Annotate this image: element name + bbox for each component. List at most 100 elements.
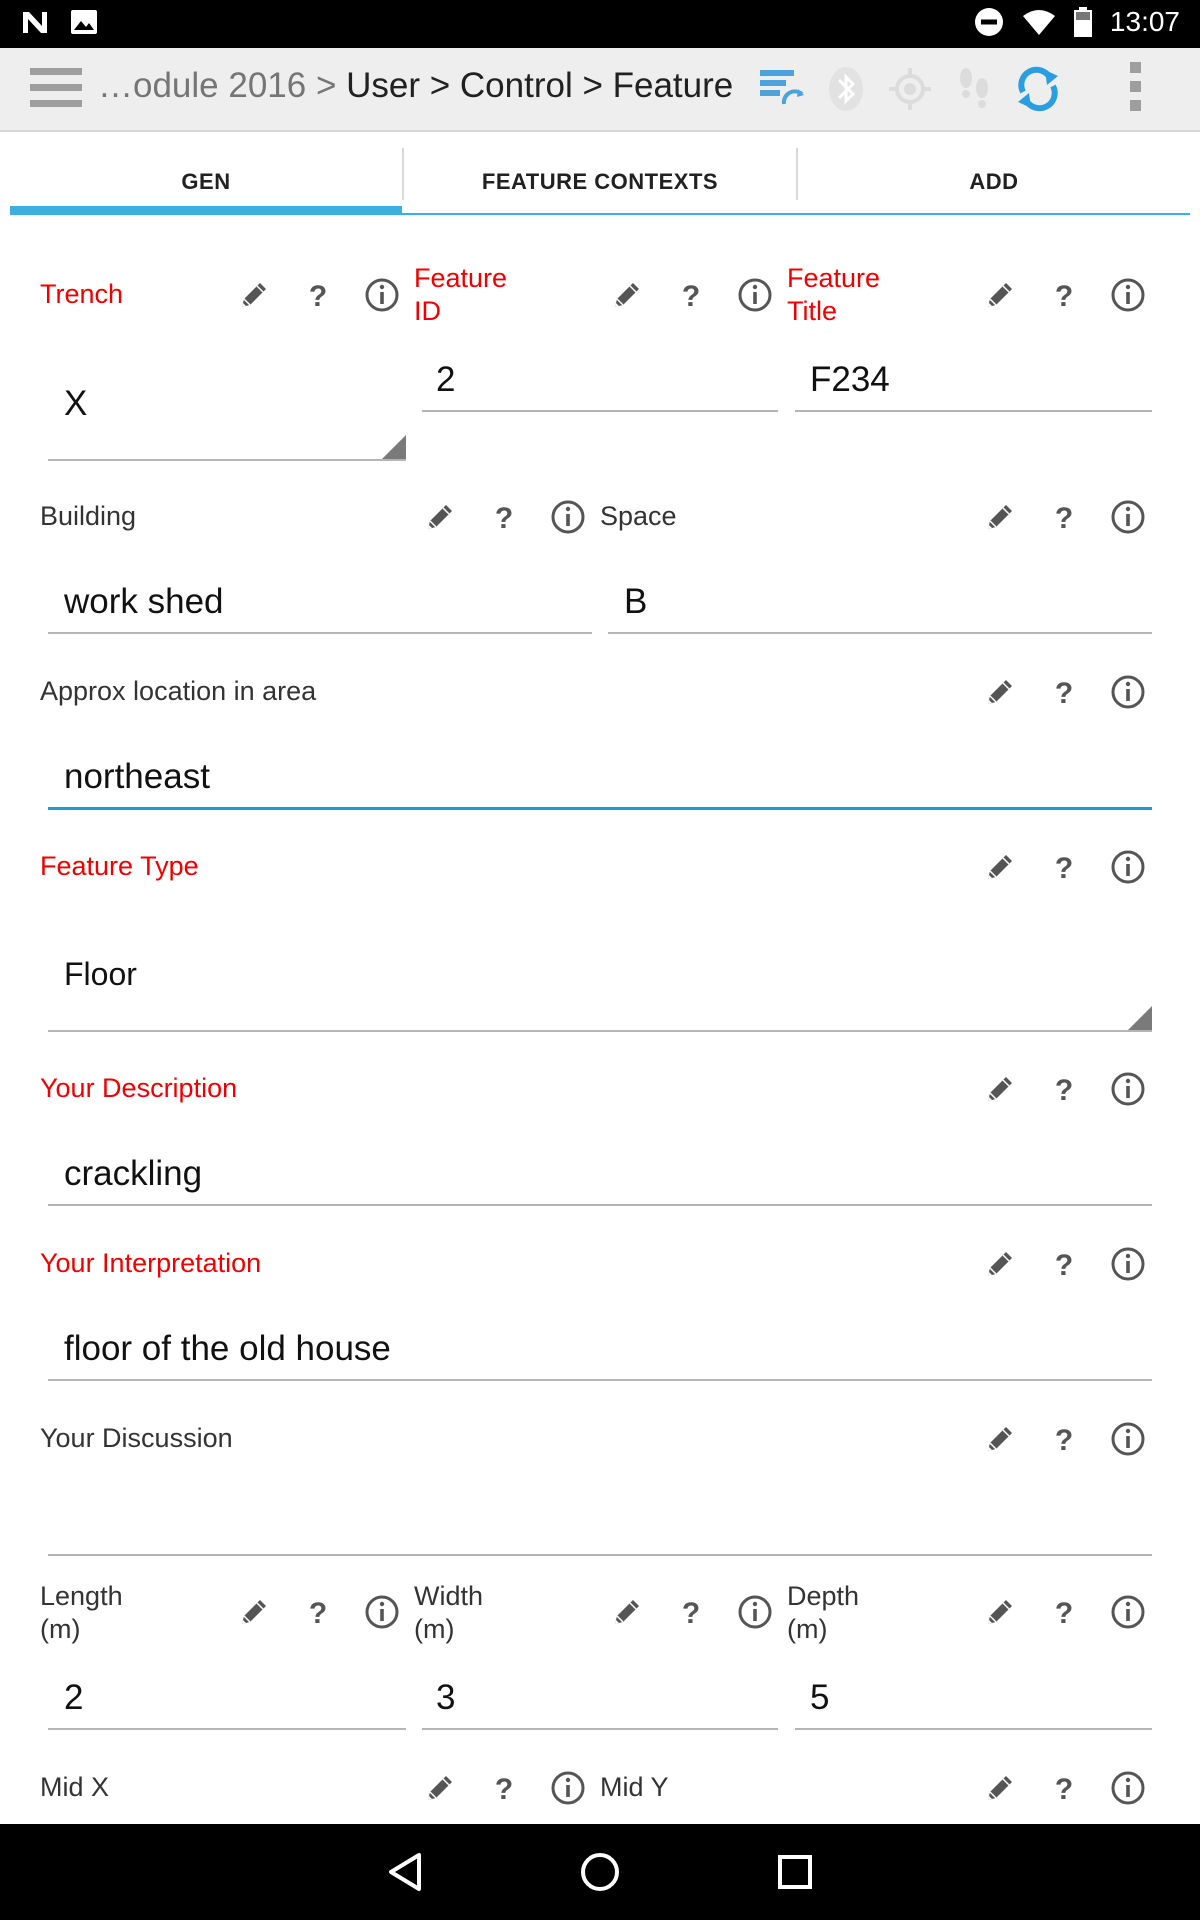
dropdown-arrow-icon[interactable] — [1128, 1006, 1152, 1030]
help-icon[interactable]: ? — [300, 277, 336, 313]
svg-text:?: ? — [309, 280, 327, 313]
building-underline — [48, 632, 592, 634]
description-input[interactable]: crackling — [64, 1154, 202, 1194]
pencil-icon[interactable] — [982, 499, 1018, 535]
svg-text:?: ? — [1055, 1773, 1073, 1806]
help-icon[interactable]: ? — [1046, 674, 1082, 710]
do-not-disturb-icon — [974, 8, 1003, 36]
info-icon[interactable] — [1110, 1246, 1146, 1282]
back-icon[interactable] — [383, 1850, 427, 1894]
pencil-icon[interactable] — [982, 277, 1018, 313]
help-icon[interactable]: ? — [486, 499, 522, 535]
help-icon[interactable]: ? — [1046, 1071, 1082, 1107]
pencil-icon[interactable] — [982, 1246, 1018, 1282]
info-icon[interactable] — [1110, 674, 1146, 710]
pencil-icon[interactable] — [982, 674, 1018, 710]
info-icon[interactable] — [737, 1594, 773, 1630]
app-bar: …odule 2016 > User > Control > Feature — [0, 48, 1200, 132]
svg-text:?: ? — [309, 1597, 327, 1630]
depth-input[interactable]: 5 — [810, 1678, 829, 1718]
info-icon[interactable] — [364, 277, 400, 313]
help-icon[interactable]: ? — [1046, 1421, 1082, 1457]
width-input[interactable]: 3 — [436, 1678, 455, 1718]
info-icon[interactable] — [1110, 1770, 1146, 1806]
pencil-icon[interactable] — [236, 1594, 272, 1630]
length-input[interactable]: 2 — [64, 1678, 83, 1718]
svg-text:?: ? — [1055, 1597, 1073, 1630]
svg-text:?: ? — [682, 280, 700, 313]
info-icon[interactable] — [1110, 849, 1146, 885]
building-input[interactable]: work shed — [64, 582, 224, 622]
sync-icon[interactable] — [1014, 64, 1062, 114]
help-icon[interactable]: ? — [486, 1770, 522, 1806]
pencil-icon[interactable] — [982, 1770, 1018, 1806]
dropdown-arrow-icon[interactable] — [382, 435, 406, 459]
discussion-label: Your Discussion — [40, 1423, 233, 1453]
help-icon[interactable]: ? — [1046, 1594, 1082, 1630]
depth-label: Depth (m) — [787, 1581, 860, 1644]
bluetooth-icon[interactable] — [822, 64, 870, 114]
approx-location-input[interactable]: northeast — [64, 757, 210, 797]
svg-text:?: ? — [1055, 502, 1073, 535]
active-tab-indicator — [10, 206, 402, 215]
info-icon[interactable] — [1110, 499, 1146, 535]
tracking-footsteps-icon[interactable] — [950, 64, 998, 114]
discussion-underline — [48, 1554, 1152, 1556]
menu-icon[interactable] — [30, 68, 82, 108]
description-label: Your Description — [40, 1073, 238, 1103]
trench-label: Trench — [40, 279, 124, 309]
info-icon[interactable] — [1110, 277, 1146, 313]
width-label: Width (m) — [414, 1581, 484, 1644]
interpretation-input[interactable]: floor of the old house — [64, 1329, 391, 1369]
feature-id-input[interactable]: 2 — [436, 360, 455, 400]
svg-text:?: ? — [495, 1773, 513, 1806]
pencil-icon[interactable] — [982, 1421, 1018, 1457]
space-input[interactable]: B — [624, 582, 647, 622]
info-icon[interactable] — [364, 1594, 400, 1630]
feature-title-input[interactable]: F234 — [810, 360, 890, 400]
feature-type-select[interactable]: Floor — [64, 956, 137, 993]
approx-location-underline — [48, 807, 1152, 810]
pencil-icon[interactable] — [236, 277, 272, 313]
help-icon[interactable]: ? — [1046, 849, 1082, 885]
trench-select[interactable]: X — [64, 384, 87, 424]
info-icon[interactable] — [737, 277, 773, 313]
pencil-icon[interactable] — [609, 277, 645, 313]
help-icon[interactable]: ? — [1046, 499, 1082, 535]
breadcrumb-truncated: …odule 2016 > — [98, 66, 347, 105]
pencil-icon[interactable] — [982, 1071, 1018, 1107]
overflow-menu-icon[interactable] — [1120, 62, 1150, 118]
info-icon[interactable] — [1110, 1071, 1146, 1107]
pencil-icon[interactable] — [982, 1594, 1018, 1630]
tab-add[interactable]: ADD — [798, 148, 1190, 216]
navigation-bar — [0, 1824, 1200, 1920]
help-icon[interactable]: ? — [300, 1594, 336, 1630]
status-bar: 13:07 — [0, 0, 1200, 48]
gps-icon[interactable] — [886, 64, 934, 114]
help-icon[interactable]: ? — [1046, 1246, 1082, 1282]
building-label: Building — [40, 501, 137, 531]
sync-settings-icon[interactable] — [758, 64, 806, 114]
pencil-icon[interactable] — [422, 499, 458, 535]
help-icon[interactable]: ? — [1046, 277, 1082, 313]
info-icon[interactable] — [550, 499, 586, 535]
pencil-icon[interactable] — [982, 849, 1018, 885]
pencil-icon[interactable] — [422, 1770, 458, 1806]
help-icon[interactable]: ? — [673, 277, 709, 313]
notification-n-icon — [23, 12, 47, 33]
pencil-icon[interactable] — [609, 1594, 645, 1630]
info-icon[interactable] — [550, 1770, 586, 1806]
info-icon[interactable] — [1110, 1421, 1146, 1457]
tab-feature-contexts[interactable]: FEATURE CONTEXTS — [404, 148, 796, 216]
description-underline — [48, 1204, 1152, 1206]
help-icon[interactable]: ? — [673, 1594, 709, 1630]
help-icon[interactable]: ? — [1046, 1770, 1082, 1806]
info-icon[interactable] — [1110, 1594, 1146, 1630]
recents-icon[interactable] — [773, 1850, 817, 1894]
space-underline — [608, 632, 1152, 634]
feature-title-underline — [795, 410, 1152, 412]
mid-y-label: Mid Y — [600, 1772, 669, 1802]
home-icon[interactable] — [578, 1850, 622, 1894]
depth-underline — [795, 1728, 1152, 1730]
interpretation-underline — [48, 1379, 1152, 1381]
